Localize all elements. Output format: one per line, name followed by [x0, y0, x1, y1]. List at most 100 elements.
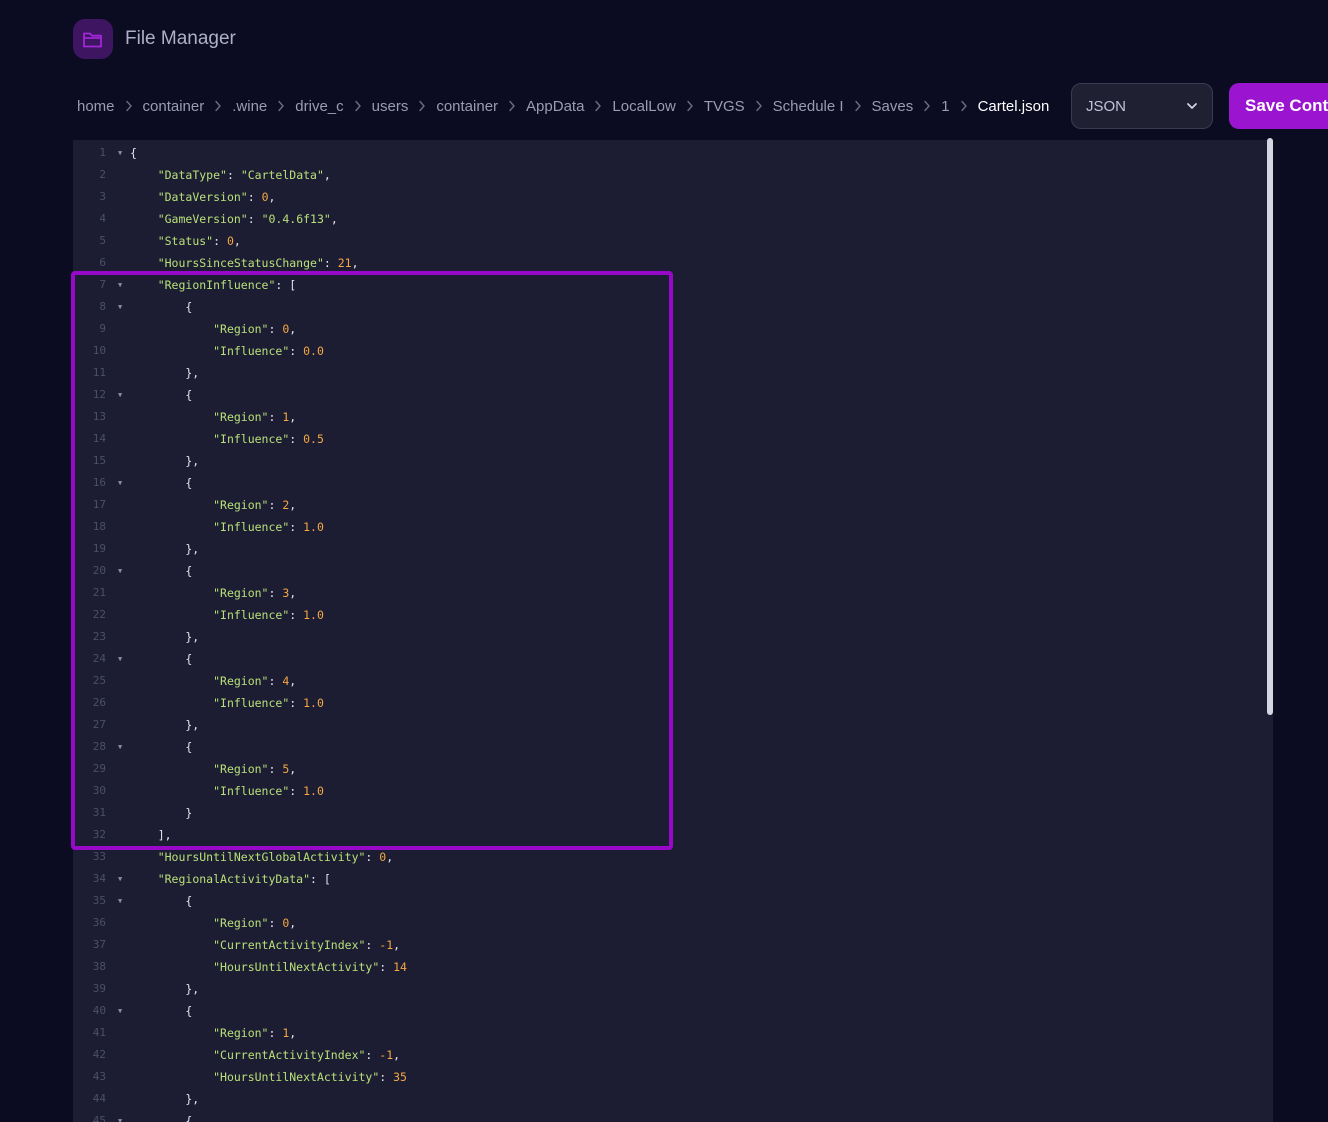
chevron-right-icon: [844, 100, 872, 112]
line-number: 40: [92, 1004, 106, 1017]
breadcrumb-item[interactable]: container: [436, 98, 498, 115]
line-number: 26: [92, 696, 106, 709]
breadcrumb-item[interactable]: drive_c: [295, 98, 343, 115]
code-text: "RegionalActivityData": [: [157, 872, 331, 886]
code-text: {: [130, 1004, 193, 1018]
code-text: "DataType": "CartelData",: [157, 168, 331, 182]
line-number: 38: [92, 960, 106, 973]
line-number: 43: [92, 1070, 106, 1083]
breadcrumb-item[interactable]: .wine: [232, 98, 267, 115]
line-number: 7: [99, 278, 106, 291]
format-select-value: JSON: [1086, 97, 1127, 115]
code-text: {: [130, 740, 193, 754]
breadcrumb-item[interactable]: TVGS: [704, 98, 745, 115]
breadcrumb-item[interactable]: Saves: [872, 98, 914, 115]
chevron-right-icon: [408, 100, 436, 112]
fold-toggle-icon[interactable]: ▼: [118, 736, 122, 758]
code-text: "Region": 0,: [213, 916, 297, 930]
code-text: "DataVersion": 0,: [157, 190, 276, 204]
code-text: {: [130, 652, 193, 666]
fold-toggle-icon[interactable]: ▼: [118, 384, 122, 406]
chevron-right-icon: [950, 100, 978, 112]
code-text: "HoursUntilNextGlobalActivity": 0,: [157, 850, 394, 864]
code-editor[interactable]: 1 ▼ {2 "DataType": "CartelData", 3 "DataVer…: [73, 140, 1273, 1122]
code-text: },: [130, 982, 200, 996]
line-number: 16: [92, 476, 106, 489]
format-select[interactable]: JSON: [1071, 83, 1213, 129]
fold-toggle-icon[interactable]: ▼: [118, 868, 122, 890]
chevron-right-icon: [584, 100, 612, 112]
chevron-right-icon: [204, 100, 232, 112]
line-number: 9: [99, 322, 106, 335]
line-number: 44: [92, 1092, 106, 1105]
code-text: "Region": 4,: [213, 674, 297, 688]
scrollbar-thumb[interactable]: [1267, 138, 1273, 715]
save-button[interactable]: Save Content: [1229, 83, 1328, 129]
fold-toggle-icon[interactable]: ▼: [118, 890, 122, 912]
code-text: "CurrentActivityIndex": -1,: [213, 938, 401, 952]
line-number: 17: [92, 498, 106, 511]
code-text: }: [130, 806, 193, 820]
code-text: {: [130, 388, 193, 402]
line-number: 11: [92, 366, 106, 379]
line-number: 42: [92, 1048, 106, 1061]
fold-toggle-icon[interactable]: ▼: [118, 1000, 122, 1022]
line-number: 31: [92, 806, 106, 819]
breadcrumb-item[interactable]: AppData: [526, 98, 584, 115]
fold-toggle-icon[interactable]: ▼: [118, 472, 122, 494]
breadcrumb-item[interactable]: Schedule I: [773, 98, 844, 115]
fold-toggle-icon[interactable]: ▼: [118, 274, 122, 296]
line-number: 10: [92, 344, 106, 357]
code-text: "Region": 3,: [213, 586, 297, 600]
breadcrumb: home container .wine drive_c users container A…: [77, 95, 1049, 117]
fold-toggle-icon[interactable]: ▼: [118, 560, 122, 582]
line-number: 19: [92, 542, 106, 555]
line-number: 27: [92, 718, 106, 731]
code-text: {: [130, 564, 193, 578]
line-number: 5: [99, 234, 106, 247]
code-text: "Influence": 0.0: [213, 344, 324, 358]
breadcrumb-item[interactable]: home: [77, 98, 115, 115]
fold-toggle-icon[interactable]: ▼: [118, 1110, 122, 1122]
code-text: "Influence": 1.0: [213, 520, 324, 534]
line-number: 32: [92, 828, 106, 841]
line-number: 18: [92, 520, 106, 533]
fold-toggle-icon[interactable]: ▼: [118, 648, 122, 670]
code-text: "Influence": 1.0: [213, 784, 324, 798]
line-number: 3: [99, 190, 106, 203]
chevron-right-icon: [267, 100, 295, 112]
chevron-right-icon: [498, 100, 526, 112]
app-title: File Manager: [125, 28, 236, 49]
breadcrumb-item[interactable]: container: [143, 98, 205, 115]
chevron-right-icon: [676, 100, 704, 112]
line-number: 25: [92, 674, 106, 687]
breadcrumb-item[interactable]: LocalLow: [612, 98, 675, 115]
chevron-right-icon: [115, 100, 143, 112]
line-number: 37: [92, 938, 106, 951]
line-number: 13: [92, 410, 106, 423]
breadcrumb-item[interactable]: users: [372, 98, 409, 115]
line-number: 33: [92, 850, 106, 863]
breadcrumb-item[interactable]: 1: [941, 98, 949, 115]
folder-icon: [83, 32, 102, 48]
code-text: },: [130, 454, 200, 468]
code-text: "HoursSinceStatusChange": 21,: [157, 256, 359, 270]
line-number: 39: [92, 982, 106, 995]
code-text: "Region": 5,: [213, 762, 297, 776]
line-number: 24: [92, 652, 106, 665]
line-number: 41: [92, 1026, 106, 1039]
code-text: "CurrentActivityIndex": -1,: [213, 1048, 401, 1062]
chevron-right-icon: [745, 100, 773, 112]
code-text: "HoursUntilNextActivity": 14: [213, 960, 407, 974]
line-number: 15: [92, 454, 106, 467]
fold-toggle-icon[interactable]: ▼: [118, 296, 122, 318]
line-number: 14: [92, 432, 106, 445]
line-number: 34: [92, 872, 106, 885]
code-text: {: [130, 894, 193, 908]
fold-toggle-icon[interactable]: ▼: [118, 142, 122, 164]
line-number: 23: [92, 630, 106, 643]
chevron-right-icon: [913, 100, 941, 112]
line-number: 21: [92, 586, 106, 599]
code-text: },: [130, 366, 200, 380]
code-text: "RegionInfluence": [: [157, 278, 297, 292]
